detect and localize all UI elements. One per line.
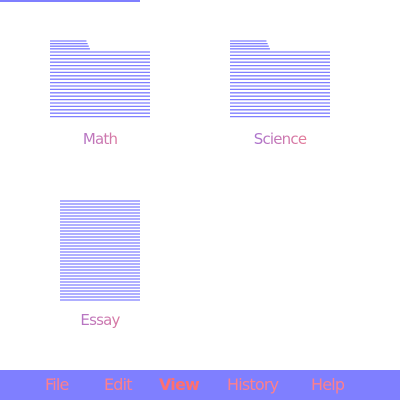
desktop-item-science[interactable]: Science: [230, 40, 330, 155]
menu-history[interactable]: History: [227, 370, 279, 400]
menu-help[interactable]: Help: [311, 370, 345, 400]
menu-edit[interactable]: Edit: [104, 370, 133, 400]
desktop-item-label: Science: [230, 130, 330, 148]
top-divider: [0, 0, 140, 2]
folder-icon: [230, 40, 330, 118]
folder-icon: [50, 40, 150, 118]
menu-file[interactable]: File: [45, 370, 69, 400]
desktop-item-label: Math: [50, 130, 150, 148]
desktop-screen: Math Science Essay File Edit View Histor…: [0, 0, 400, 400]
document-icon: [60, 200, 140, 301]
desktop-item-math[interactable]: Math: [50, 40, 150, 155]
desktop-item-essay[interactable]: Essay: [40, 200, 160, 335]
desktop-item-label: Essay: [40, 311, 160, 329]
menu-bar: File Edit View History Help: [0, 370, 400, 400]
menu-view[interactable]: View: [159, 370, 200, 400]
